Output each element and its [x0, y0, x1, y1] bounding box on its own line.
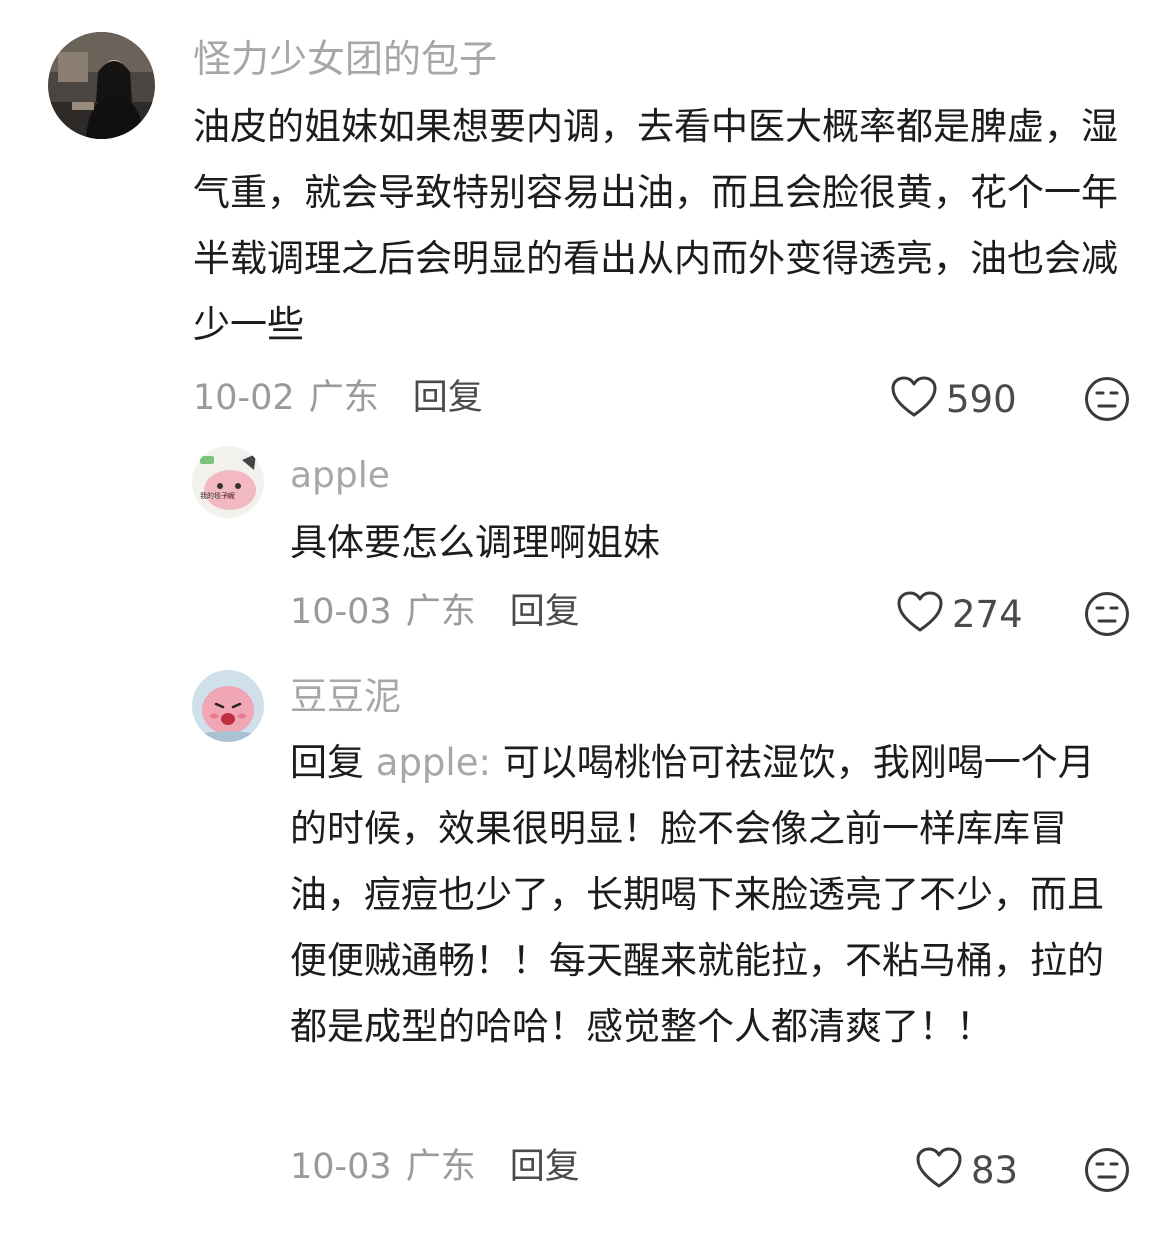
- username[interactable]: 豆豆泥: [290, 678, 401, 715]
- like-button[interactable]: 274: [896, 589, 1023, 639]
- comment-date: 10-03: [290, 591, 392, 632]
- neutral-face-icon: [1084, 592, 1130, 641]
- neutral-face-icon: [1084, 377, 1130, 426]
- heart-outline-icon: [896, 590, 944, 638]
- comment-text: 油皮的姐妹如果想要内调，去看中医大概率都是脾虚，湿气重，就会导致特别容易出油，而…: [193, 105, 1118, 346]
- comment-location: 广东: [308, 377, 379, 418]
- like-count: 83: [971, 1148, 1019, 1192]
- emoji-reaction-button[interactable]: [1084, 1147, 1130, 1197]
- reply-prefix: 回复: [290, 741, 364, 784]
- comment-date: 10-02: [193, 377, 295, 418]
- comment-location: 广东: [405, 1146, 476, 1187]
- reply-to-username[interactable]: apple: [376, 741, 479, 784]
- reply-separator: :: [478, 741, 503, 784]
- comment-meta: 10-03 广东 回复: [290, 592, 580, 632]
- reply-button[interactable]: 回复: [413, 380, 483, 416]
- like-button[interactable]: 83: [915, 1145, 1018, 1195]
- comment-date: 10-03: [290, 1146, 392, 1187]
- like-button[interactable]: 590: [890, 374, 1017, 424]
- heart-outline-icon: [890, 375, 938, 423]
- comment-meta: 10-03 广东 回复: [290, 1147, 580, 1187]
- reply-body: 可以喝桃怡可祛湿饮，我刚喝一个月的时候，效果很明显！脸不会像之前一样库库冒油，痘…: [290, 741, 1104, 1048]
- avatar[interactable]: 我的毯子呢: [192, 446, 264, 518]
- avatar-caption: 我的毯子呢: [200, 491, 235, 500]
- like-count: 590: [946, 377, 1017, 421]
- avatar[interactable]: [192, 670, 264, 742]
- neutral-face-icon: [1084, 1148, 1130, 1197]
- reply-button[interactable]: 回复: [510, 1149, 580, 1185]
- like-count: 274: [952, 592, 1023, 636]
- comment-text: 回复 apple: 可以喝桃怡可祛湿饮，我刚喝一个月的时候，效果很明显！脸不会像…: [290, 730, 1110, 1060]
- heart-outline-icon: [915, 1146, 963, 1194]
- reply-button[interactable]: 回复: [510, 594, 580, 630]
- comment-text: 具体要怎么调理啊姐妹: [290, 521, 660, 564]
- comment-location: 广东: [405, 591, 476, 632]
- emoji-reaction-button[interactable]: [1084, 591, 1130, 641]
- emoji-reaction-button[interactable]: [1084, 376, 1130, 426]
- username[interactable]: 怪力少女团的包子: [193, 40, 497, 78]
- comment-meta: 10-02 广东 回复: [193, 378, 483, 418]
- avatar[interactable]: [48, 32, 155, 139]
- username[interactable]: apple: [290, 458, 390, 494]
